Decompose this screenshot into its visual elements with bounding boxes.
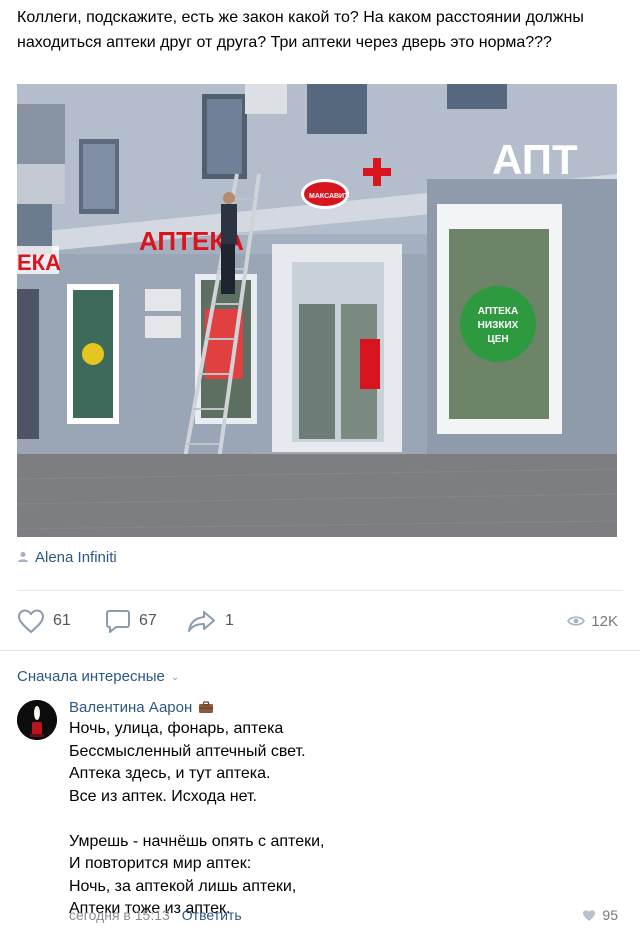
comment-line: Ночь, улица, фонарь, аптека	[69, 720, 284, 737]
post-photo[interactable]: АПТ ЕКА АПТЕКА МАКСАВИТ АПТЕКА НИЗКИХ ЦЕ…	[17, 84, 617, 537]
comment-author-name: Валентина Аарон	[69, 698, 193, 716]
svg-text:АПТЕКА: АПТЕКА	[478, 306, 518, 317]
like-button[interactable]: 61	[17, 604, 71, 638]
post-author[interactable]: Alena Infiniti	[17, 547, 117, 567]
svg-text:ЦЕН: ЦЕН	[487, 334, 508, 345]
comment-text: Ночь, улица, фонарь, аптека Бессмысленны…	[69, 718, 609, 921]
pharmacy-building-illustration: АПТ ЕКА АПТЕКА МАКСАВИТ АПТЕКА НИЗКИХ ЦЕ…	[17, 84, 617, 537]
comment-line: Все из аптек. Исхода нет.	[69, 787, 257, 805]
avatar[interactable]	[17, 700, 57, 740]
post-divider	[17, 590, 623, 591]
comment-line: Ночь, за аптекой лишь аптеки,	[69, 877, 297, 895]
svg-text:ЕКА: ЕКА	[17, 250, 61, 275]
comment-author[interactable]: Валентина Аарон	[69, 697, 214, 717]
views-counter: 12K	[567, 604, 618, 638]
person-icon	[18, 552, 28, 562]
svg-text:АПТ: АПТ	[492, 136, 578, 183]
chevron-down-icon: ⌄	[170, 671, 180, 683]
post-text: Коллеги, подскажите, есть же закон какой…	[17, 9, 584, 51]
eye-icon	[567, 616, 586, 626]
comment-sort-label: Сначала интересные	[17, 667, 165, 685]
heart-icon	[583, 909, 596, 921]
share-icon	[188, 611, 215, 632]
post-author-name: Alena Infiniti	[35, 548, 117, 566]
share-button[interactable]: 1	[187, 604, 234, 638]
views-count: 12K	[591, 612, 618, 630]
comment-button[interactable]: 67	[105, 604, 157, 638]
like-count: 61	[53, 612, 71, 629]
comment-line: Аптека здесь, и тут аптека.	[69, 765, 271, 782]
heart-icon	[17, 609, 45, 634]
comment-line: И повторится мир аптек:	[69, 855, 252, 872]
post-actions: 61 67 1 12K	[17, 604, 623, 638]
comment-line: Бессмысленный аптечный свет.	[69, 742, 306, 760]
comment-like-count: 95	[602, 907, 618, 923]
candle-avatar-image	[17, 700, 57, 740]
comment-like-button[interactable]: 95	[582, 905, 618, 925]
svg-text:НИЗКИХ: НИЗКИХ	[478, 320, 519, 331]
svg-text:МАКСАВИТ: МАКСАВИТ	[309, 193, 349, 200]
reply-button[interactable]: Ответить	[182, 907, 242, 923]
comment-sort-dropdown[interactable]: Сначала интересные ⌄	[17, 666, 179, 686]
comment-count: 67	[139, 612, 157, 629]
share-count: 1	[225, 612, 234, 629]
briefcase-icon	[199, 700, 214, 713]
stanza-gap	[69, 808, 609, 831]
comment-meta: сегодня в 15:13 Ответить	[69, 905, 242, 925]
comment-line: Умрешь - начнёшь опять с аптеки,	[69, 832, 325, 850]
comment-time[interactable]: сегодня в 15:13	[69, 907, 170, 923]
comment-icon	[106, 610, 130, 633]
section-separator	[0, 650, 640, 651]
